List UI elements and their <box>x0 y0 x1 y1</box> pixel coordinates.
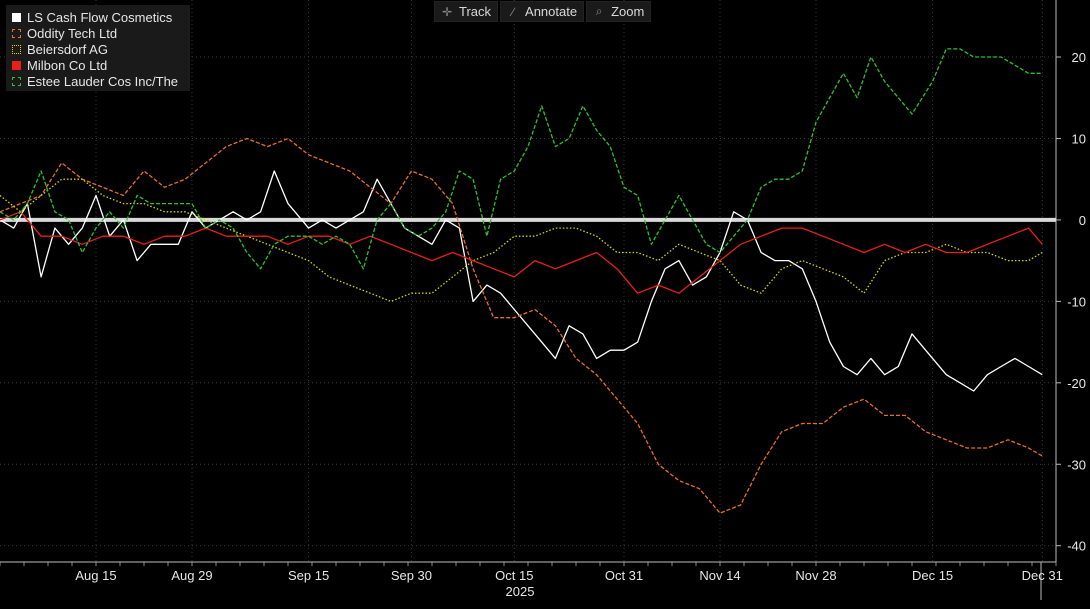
legend-swatch <box>12 60 21 70</box>
zoom-label: Zoom <box>611 4 645 19</box>
legend-label: Oddity Tech Ltd <box>27 25 118 41</box>
legend-item[interactable]: Estee Lauder Cos Inc/The <box>12 73 178 89</box>
legend-swatch <box>12 28 21 38</box>
y-tick-label: -30 <box>1067 457 1086 472</box>
chart-container: 20 10 0 -10 -20 -30 -40 Aug 15 Aug 29 Sep 15 Sep 3… <box>0 0 1090 604</box>
y-tick-label: 10 <box>1072 131 1086 146</box>
annotate-label: Annotate <box>525 4 578 19</box>
track-button[interactable]: ✛ Track <box>434 1 499 22</box>
legend-item[interactable]: LS Cash Flow Cosmetics <box>12 9 178 25</box>
x-tick-label: Sep 15 <box>288 568 329 583</box>
legend-label: Estee Lauder Cos Inc/The <box>27 73 179 89</box>
y-tick-label: -40 <box>1067 539 1086 554</box>
series-line-1[interactable] <box>0 137 1043 514</box>
x-tick-label: Sep 30 <box>391 568 432 583</box>
zoom-button[interactable]: ⌕ Zoom <box>586 1 652 22</box>
legend-item[interactable]: Milbon Co Ltd <box>12 57 178 73</box>
pencil-icon: ∕ <box>512 4 515 19</box>
annotate-button[interactable]: ∕ Annotate <box>500 1 585 22</box>
y-tick-label: 20 <box>1072 50 1086 65</box>
legend-swatch <box>12 12 21 22</box>
series-lines <box>0 48 1043 514</box>
x-tick-label: Aug 29 <box>171 568 212 583</box>
y-tick-label: -10 <box>1067 294 1086 309</box>
magnifier-icon: ⌕ <box>595 4 603 18</box>
crosshair-icon: ✛ <box>441 4 453 19</box>
y-tick-label: -20 <box>1067 376 1086 391</box>
x-tick-label: Aug 15 <box>75 568 116 583</box>
chart-toolbar: ✛ Track ∕ Annotate ⌕ Zoom <box>434 1 652 22</box>
legend-item[interactable]: Beiersdorf AG <box>12 41 178 57</box>
legend-label: Milbon Co Ltd <box>27 57 108 73</box>
series-line-2[interactable] <box>0 178 1043 303</box>
legend-label: Beiersdorf AG <box>27 41 108 57</box>
series-line-3[interactable] <box>0 211 1043 294</box>
x-tick-label: Dec 31 <box>1022 568 1063 583</box>
y-tick-label: 0 <box>1079 213 1086 228</box>
legend-item[interactable]: Oddity Tech Ltd <box>12 25 178 41</box>
x-tick-label: Oct 31 <box>605 568 643 583</box>
x-tick-label: Oct 15 <box>495 568 533 583</box>
legend-label: LS Cash Flow Cosmetics <box>27 9 173 25</box>
track-label: Track <box>459 4 492 19</box>
legend: LS Cash Flow Cosmetics Oddity Tech Ltd Bei… <box>6 5 191 91</box>
x-year-label: 2025 <box>506 584 535 599</box>
x-tick-label: Nov 14 <box>699 568 740 583</box>
x-tick-label: Nov 28 <box>795 568 836 583</box>
legend-swatch <box>12 44 21 54</box>
x-tick-label: Dec 15 <box>912 568 953 583</box>
tick-labels: 20 10 0 -10 -20 -30 -40 Aug 15 Aug 29 Sep 15 Sep 3… <box>75 50 1086 599</box>
legend-swatch <box>12 76 21 86</box>
